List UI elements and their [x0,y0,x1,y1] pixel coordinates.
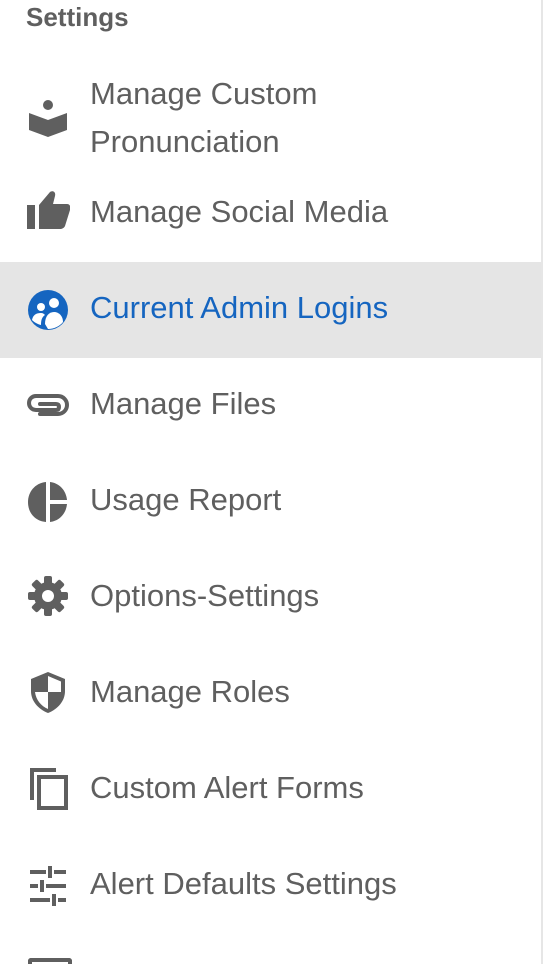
reading-person-icon [26,94,70,138]
copy-icon [26,766,70,810]
gear-icon [26,574,70,618]
section-title: Settings [26,2,129,32]
partial-next-item-icon [28,958,72,964]
pie-chart-icon [26,480,70,524]
thumbs-up-icon [26,188,70,232]
menu-item-manage-files[interactable]: Manage Files [0,358,541,454]
menu-item-manage-roles[interactable]: Manage Roles [0,646,541,742]
menu-item-label: Current Admin Logins [90,290,389,325]
paperclip-icon [26,384,70,428]
menu-item-usage-report[interactable]: Usage Report [0,454,541,550]
menu-item-label: Custom Alert Forms [90,770,364,805]
people-circle-icon [26,288,70,332]
menu-item-label: Manage Social Media [90,194,389,229]
menu-item-label: Manage Roles [90,674,290,709]
menu-item-label: Alert Defaults Settings [90,866,397,901]
menu-item-options-settings[interactable]: Options-Settings [0,550,541,646]
menu-item-label: Manage Files [90,386,277,421]
menu-item-label: Manage Custom Pronunciation [90,76,318,159]
settings-panel: Settings Manage Custom Pronunciation Man… [0,0,543,964]
menu-item-manage-social-media[interactable]: Manage Social Media [0,166,541,262]
menu-item-current-admin-logins[interactable]: Current Admin Logins [0,262,541,358]
shield-icon [26,670,70,714]
menu-item-label: Options-Settings [90,578,320,613]
menu-item-custom-alert-forms[interactable]: Custom Alert Forms [0,742,541,838]
menu-item-manage-custom-pronunciation[interactable]: Manage Custom Pronunciation [0,70,541,166]
sliders-icon [26,864,70,908]
menu-item-label: Usage Report [90,482,282,517]
menu-item-alert-defaults-settings[interactable]: Alert Defaults Settings [0,838,541,934]
